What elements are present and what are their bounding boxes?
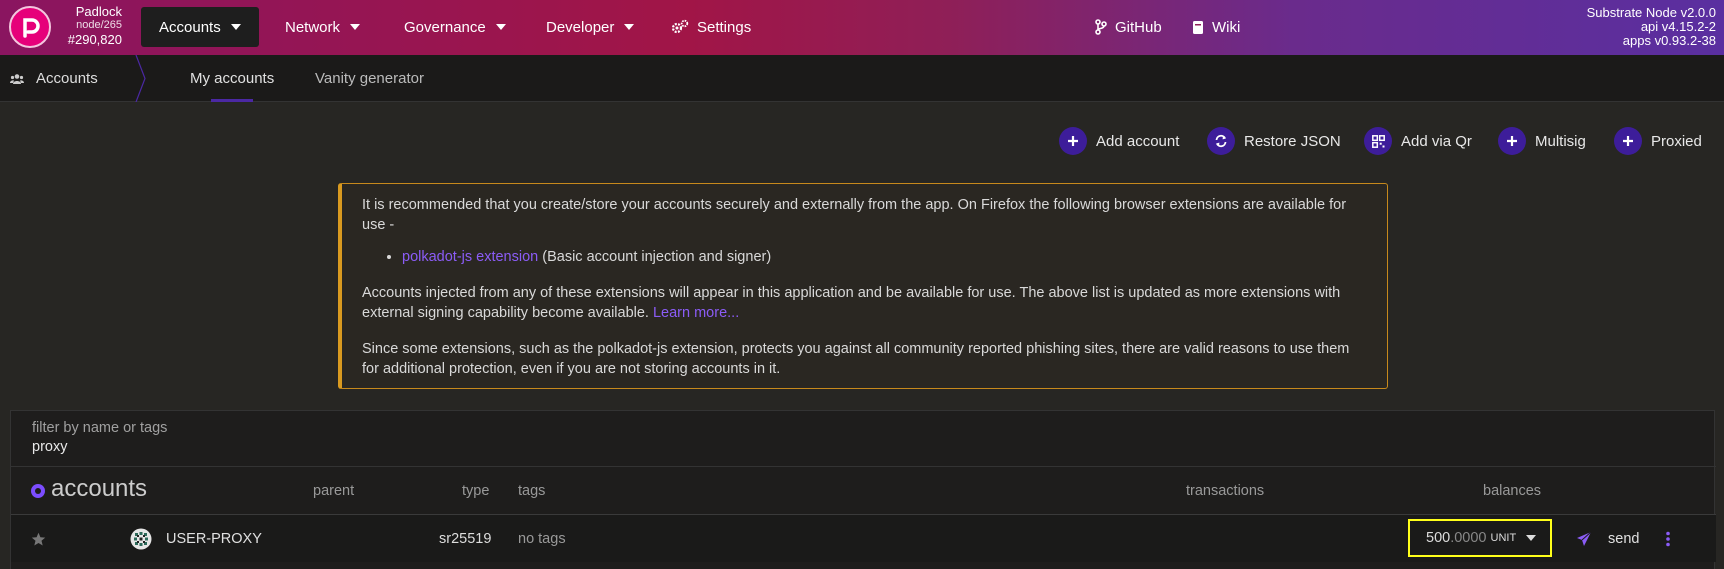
block-number: #290,820 [67,32,122,47]
multisig-button[interactable]: Multisig [1498,125,1586,157]
tab-vanity-generator-label: Vanity generator [315,70,424,87]
add-via-qr-button[interactable]: Add via Qr [1364,125,1472,157]
add-account-button[interactable]: Add account [1059,125,1179,157]
info-paragraph-2-text: Accounts injected from any of these exte… [362,285,1341,321]
paper-plane-icon [1577,531,1592,546]
info-paragraph-2: Accounts injected from any of these exte… [362,283,1367,323]
node-version: Substrate Node v2.0.0 [1586,5,1716,20]
menu-accounts[interactable]: Accounts [141,7,259,47]
send-button[interactable]: send [1576,515,1639,563]
identicon-icon[interactable] [130,515,152,563]
top-bar: Padlock node/265 #290,820 Accounts Netwo… [0,0,1724,55]
table-header: accounts parent type tags transactions b… [11,466,1716,514]
extension-info-box: It is recommended that you create/store … [338,183,1388,389]
menu-github-label: GitHub [1115,18,1162,36]
info-paragraph-3: Since some extensions, such as the polka… [362,341,1350,377]
tab-my-accounts[interactable]: My accounts [190,55,274,102]
menu-github[interactable]: GitHub [1077,7,1180,47]
breadcrumb-separator-icon [135,55,146,102]
account-tags[interactable]: no tags [518,515,566,563]
section-accounts: Accounts [0,55,98,102]
accounts-header: accounts [31,475,147,503]
chevron-down-icon [495,24,506,30]
extension-list: polkadot-js extension (Basic account inj… [402,247,1367,267]
table-row: USER-PROXY sr25519 no tags 500.0000 UNIT… [11,514,1716,562]
restore-json-button[interactable]: Restore JSON [1207,125,1341,157]
header-tags: tags [518,483,546,499]
menu-wiki[interactable]: Wiki [1174,7,1258,47]
chain-name: Padlock [75,4,122,19]
section-title: Accounts [36,70,98,87]
proxied-button[interactable]: Proxied [1614,125,1702,157]
filter-label: filter by name or tags [32,420,168,436]
balance-decimal: .0000 [1450,530,1487,546]
code-branch-icon [1095,19,1107,35]
menu-accounts-label: Accounts [159,18,221,36]
header-parent[interactable]: parent [313,483,354,499]
info-paragraph-1: It is recommended that you create/store … [362,197,1347,233]
header-balances[interactable]: balances [1483,483,1541,499]
sort-indicator-icon[interactable] [31,483,45,498]
polkadot-logo-icon[interactable] [9,6,51,48]
extension-list-item: polkadot-js extension (Basic account inj… [402,247,1367,267]
menu-governance[interactable]: Governance [386,7,524,47]
restore-json-label: Restore JSON [1244,132,1341,150]
accounts-header-label: accounts [51,475,148,502]
balance-unit: UNIT [1490,532,1517,544]
account-name[interactable]: USER-PROXY [166,515,262,563]
chain-info[interactable]: Padlock node/265 #290,820 [56,5,122,46]
gears-icon [671,19,689,34]
apps-version: apps v0.93.2-38 [1622,33,1716,48]
multisig-label: Multisig [1535,132,1586,150]
balance-dropdown[interactable]: 500.0000 UNIT [1408,519,1552,557]
menu-network[interactable]: Network [267,7,378,47]
tab-my-accounts-label: My accounts [190,70,275,87]
balance-integer: 500 [1426,530,1451,546]
add-account-label: Add account [1096,132,1180,150]
polkadot-js-extension-link[interactable]: polkadot-js extension [402,249,538,265]
menu-developer[interactable]: Developer [528,7,652,47]
plus-icon [1498,127,1526,155]
menu-settings[interactable]: Settings [653,7,769,47]
active-tab-indicator [211,99,253,102]
menu-wiki-label: Wiki [1212,18,1241,36]
account-actions: Add account Restore JSON Add via Qr Mult… [0,125,1724,157]
chevron-down-icon [624,24,635,30]
book-icon [1193,20,1203,34]
proxied-label: Proxied [1651,132,1702,150]
node-info: Substrate Node v2.0.0 api v4.15.2-2 apps… [1587,6,1716,48]
users-icon [10,73,24,84]
favorite-star-icon[interactable] [31,515,46,563]
menu-governance-label: Governance [404,18,486,36]
chevron-down-icon [230,24,241,30]
menu-settings-label: Settings [697,18,752,36]
header-type[interactable]: type [462,483,489,499]
learn-more-link[interactable]: Learn more... [653,305,739,321]
filter-input[interactable] [32,439,432,455]
chain-version: node/265 [76,19,122,31]
plus-icon [1614,127,1642,155]
sync-icon [1207,127,1235,155]
send-label: send [1608,531,1640,547]
add-via-qr-label: Add via Qr [1401,132,1472,150]
accounts-table: filter by name or tags accounts parent t… [10,410,1716,569]
extension-description: (Basic account injection and signer) [538,249,772,265]
header-transactions: transactions [1186,483,1265,499]
account-type: sr25519 [439,531,492,547]
chevron-down-icon [1526,535,1537,541]
menu-network-label: Network [285,18,341,36]
chevron-down-icon [350,24,361,30]
more-options-icon[interactable] [1665,515,1671,563]
menu-developer-label: Developer [546,18,615,36]
tab-vanity-generator[interactable]: Vanity generator [315,55,424,102]
qrcode-icon [1364,127,1392,155]
api-version: api v4.15.2-2 [1640,19,1716,34]
plus-icon [1059,127,1087,155]
sub-navigation: Accounts My accounts Vanity generator [0,55,1724,102]
